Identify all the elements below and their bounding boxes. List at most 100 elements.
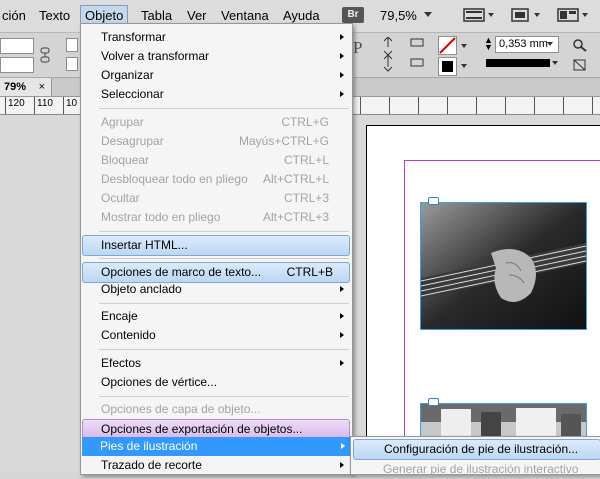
menu-item-bloquear[interactable]: Bloquear CTRL+L — [83, 151, 349, 170]
menu-item-objeto-anclado[interactable]: Objeto anclado — [83, 280, 349, 299]
guitar-photo — [420, 203, 587, 329]
menu-item-label: Opciones de vértice... — [101, 375, 218, 389]
menu-item-desbloquear[interactable]: Desbloquear todo en pliego Alt+CTRL+L — [83, 170, 349, 189]
menu-separator — [99, 108, 349, 109]
ruler-label: 120 — [8, 98, 25, 109]
menu-item-label: Trazado de recorte — [101, 458, 202, 472]
bridge-button[interactable]: Br — [342, 7, 364, 23]
arrange-documents-dropdown-icon[interactable] — [582, 13, 588, 17]
stroke-type-dropdown-icon[interactable] — [552, 61, 558, 65]
close-tab-icon[interactable]: × — [39, 78, 45, 96]
menu-item-contenido[interactable]: Contenido — [83, 326, 349, 345]
menu-item-efectos[interactable]: Efectos — [83, 354, 349, 373]
stroke-type-swatch[interactable] — [486, 59, 550, 67]
ruler-tick — [447, 97, 448, 114]
x-field[interactable] — [0, 38, 34, 54]
menu-item-label: Bloquear — [101, 153, 150, 167]
stroke-weight-stepper[interactable]: ▲ ▼ — [484, 36, 493, 52]
menu-item-label: Volver a transformar — [101, 49, 210, 63]
anchor-icon[interactable] — [428, 197, 439, 205]
ruler-tick — [34, 97, 35, 114]
stroke-color-icon — [442, 61, 453, 72]
menu-item-transformar[interactable]: Transformar — [83, 28, 349, 47]
constrain-proportions-icon[interactable] — [38, 47, 52, 63]
stroke-dropdown-icon[interactable] — [461, 64, 467, 68]
menu-item-encaje[interactable]: Encaje — [83, 307, 349, 326]
menu-item-label: Opciones de capa de objeto... — [101, 402, 261, 416]
submenu-arrow-icon — [341, 443, 345, 449]
submenu-item-generar-pie-interactivo[interactable]: Generar pie de ilustración interactivo — [353, 460, 599, 479]
menu-item-label: Efectos — [101, 356, 142, 370]
menu-separator — [99, 231, 349, 232]
ruler-tick — [63, 97, 64, 114]
submenu-arrow-icon — [340, 34, 344, 40]
menu-item-shortcut: CTRL+3 — [283, 191, 329, 205]
guitar-photo-frame[interactable] — [420, 202, 587, 330]
stroke-weight-dropdown-icon[interactable] — [547, 42, 553, 46]
objeto-menu: Transformar Volver a transformar Organiz… — [80, 23, 353, 475]
menu-item-label: Desagrupar — [101, 134, 164, 148]
menu-item-shortcut: Alt+CTRL+L — [262, 172, 329, 186]
menu-item-opciones-capa-objeto[interactable]: Opciones de capa de objeto... — [83, 400, 349, 419]
menu-item-label: Insertar HTML... — [101, 238, 188, 252]
menu-texto[interactable]: Texto — [35, 6, 74, 26]
document-tab[interactable]: 79% × — [0, 78, 52, 96]
ruler-tick — [534, 97, 535, 114]
menu-item-shortcut: Alt+CTRL+3 — [262, 210, 329, 224]
menu-item-volver-transformar[interactable]: Volver a transformar — [83, 47, 349, 66]
menu-item-shortcut: Mayús+CTRL+G — [238, 134, 329, 148]
screen-mode-dropdown-icon[interactable] — [534, 13, 540, 17]
menu-item-insertar-html[interactable]: Insertar HTML... — [82, 235, 350, 256]
submenu-item-label: Generar pie de ilustración interactivo — [383, 462, 579, 476]
distribute-icons[interactable] — [378, 37, 406, 73]
view-options-icon[interactable] — [462, 7, 486, 23]
menu-item-label: Transformar — [101, 30, 166, 44]
screen-mode-icon[interactable] — [508, 7, 532, 23]
menu-item-opciones-vertice[interactable]: Opciones de vértice... — [83, 373, 349, 392]
y-field[interactable] — [0, 57, 34, 73]
ruler-tick — [5, 97, 6, 114]
magnifier-icon[interactable] — [572, 38, 588, 52]
view-options-dropdown-icon[interactable] — [488, 13, 494, 17]
ruler-tick — [563, 97, 564, 114]
menu-item-seleccionar[interactable]: Seleccionar — [83, 85, 349, 104]
zoom-level[interactable]: 79,5% — [380, 6, 417, 26]
submenu-item-configuracion-pie[interactable]: Configuración de pie de ilustración... — [353, 439, 600, 460]
menu-item-pies-ilustracion[interactable]: Pies de ilustración — [82, 437, 350, 456]
menu-separator — [99, 396, 349, 397]
stroke-weight-value: 0,353 mm — [499, 38, 548, 50]
menu-item-desagrupar[interactable]: Desagrupar Mayús+CTRL+G — [83, 132, 349, 151]
menu-item-label: Objeto anclado — [101, 282, 182, 296]
fill-dropdown-icon[interactable] — [461, 44, 467, 48]
menu-item-shortcut: CTRL+L — [283, 153, 329, 167]
submenu-arrow-icon — [340, 462, 344, 468]
submenu-item-label: Configuración de pie de ilustración... — [384, 442, 579, 456]
arrange-documents-icon[interactable] — [556, 7, 580, 23]
paragraph-icon: P — [353, 38, 363, 57]
menu-item-label: Pies de ilustración — [100, 439, 198, 453]
reference-point-top-icon[interactable] — [66, 38, 78, 52]
menu-item-trazado-recorte[interactable]: Trazado de recorte — [83, 456, 349, 475]
menu-item-label: Desbloquear todo en pliego — [101, 172, 248, 186]
zoom-dropdown-icon[interactable] — [424, 12, 432, 17]
pies-ilustracion-submenu: Configuración de pie de ilustración... G… — [350, 436, 600, 476]
menu-edicion[interactable]: ción — [0, 6, 30, 26]
submenu-arrow-icon — [340, 53, 344, 59]
menu-item-agrupar[interactable]: Agrupar CTRL+G — [83, 113, 349, 132]
menu-item-organizar[interactable]: Organizar — [83, 66, 349, 85]
anchor-icon[interactable] — [428, 398, 439, 406]
fill-swatch[interactable] — [438, 36, 457, 55]
menu-item-label: Organizar — [101, 68, 154, 82]
ruler-label: 110 — [37, 98, 53, 109]
stroke-swatch[interactable] — [438, 57, 457, 76]
reference-point-bottom-icon[interactable] — [66, 57, 78, 71]
submenu-arrow-icon — [340, 286, 344, 292]
menu-item-label: Seleccionar — [101, 87, 164, 101]
menu-item-mostrar-todo[interactable]: Mostrar todo en pliego Alt+CTRL+3 — [83, 208, 349, 227]
menu-item-ocultar[interactable]: Ocultar CTRL+3 — [83, 189, 349, 208]
align-icons[interactable] — [408, 37, 428, 73]
submenu-arrow-icon — [340, 313, 344, 319]
fit-frame-icon[interactable] — [572, 58, 588, 72]
menu-item-label: Ocultar — [101, 191, 140, 205]
menu-item-label: Mostrar todo en pliego — [101, 210, 221, 224]
